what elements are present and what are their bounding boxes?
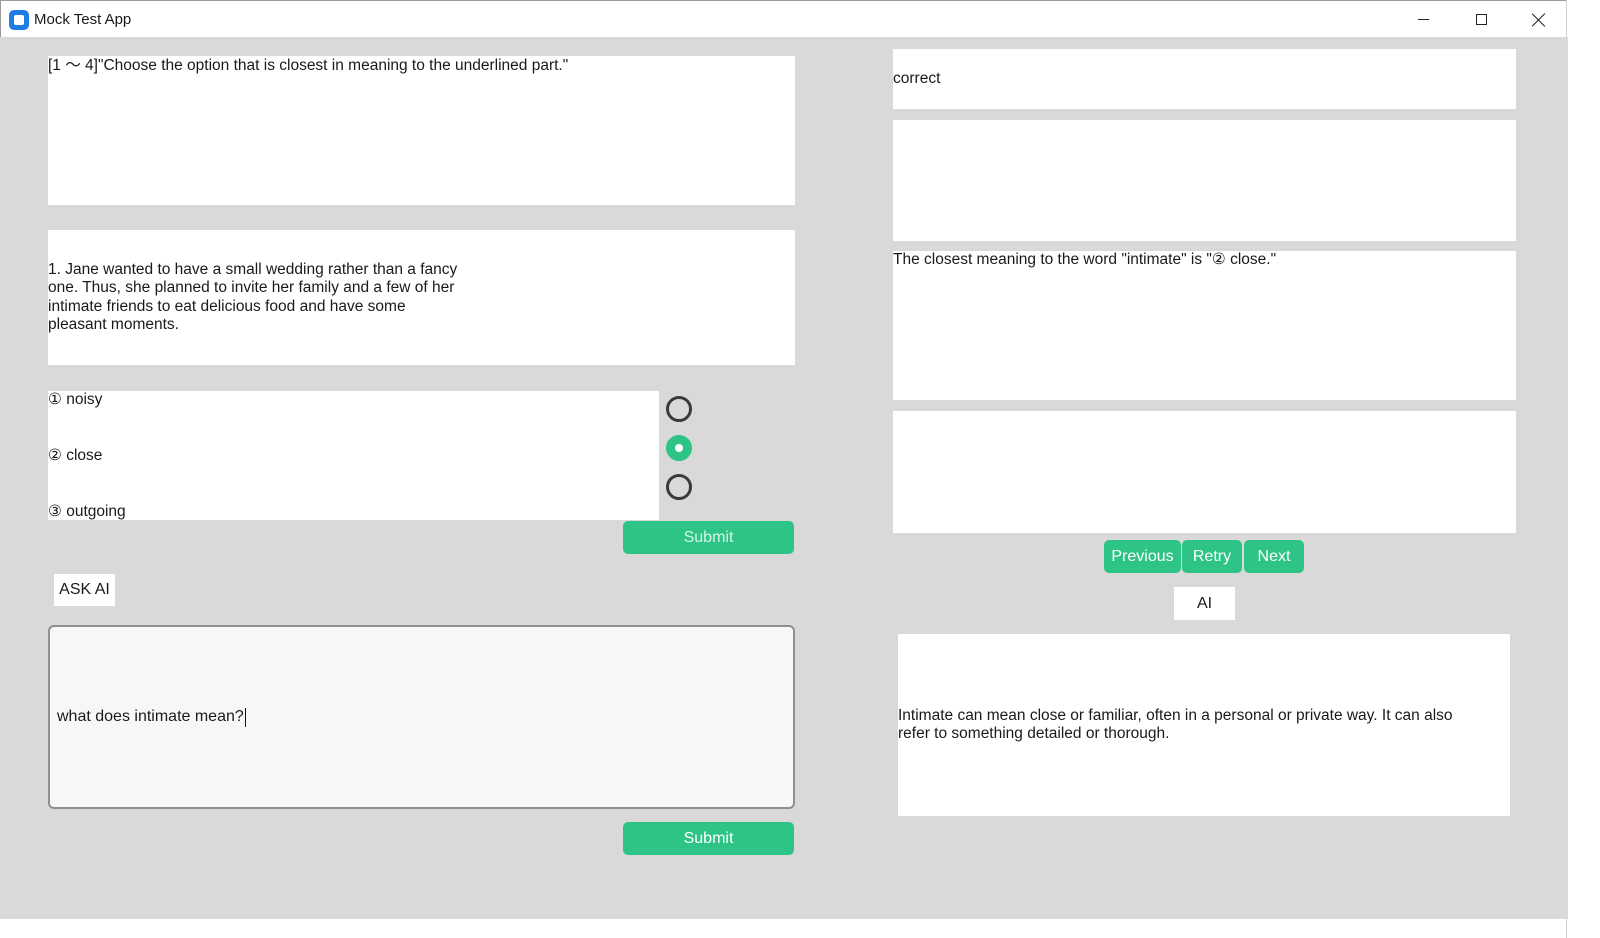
app-client-area: [1 ～ 4]"Choose the option that is closes… (0, 37, 1568, 919)
ask-ai-input-text: what does intimate mean? (57, 708, 244, 725)
title-bar: Mock Test App (0, 0, 1568, 37)
option-1-radio[interactable] (666, 396, 692, 422)
result-explanation: The closest meaning to the word "intimat… (893, 251, 1516, 400)
question-passage: 1. Jane wanted to have a small wedding r… (48, 230, 795, 365)
option-3-radio[interactable] (666, 474, 692, 500)
result-status: correct (893, 49, 1516, 109)
minimize-button[interactable] (1395, 1, 1451, 38)
previous-button[interactable]: Previous (1104, 540, 1181, 573)
option-2-label: ② close (48, 447, 103, 464)
ai-answer-panel: Intimate can mean close or familiar, oft… (898, 634, 1510, 816)
ask-ai-submit-button[interactable]: Submit (623, 822, 794, 855)
result-blank-panel-2 (893, 411, 1516, 533)
maximize-button[interactable] (1453, 1, 1509, 38)
option-1-label: ① noisy (48, 391, 103, 408)
window-title: Mock Test App (34, 11, 132, 28)
next-button[interactable]: Next (1244, 540, 1304, 573)
desktop-edge (1566, 0, 1600, 938)
answer-submit-button[interactable]: Submit (623, 521, 794, 554)
result-blank-panel-1 (893, 120, 1516, 241)
maximize-icon (1475, 14, 1487, 25)
close-icon (1532, 13, 1546, 27)
app-icon (9, 10, 29, 30)
option-2-radio[interactable] (666, 435, 692, 461)
retry-button[interactable]: Retry (1182, 540, 1242, 573)
result-status-text: correct (893, 69, 941, 87)
passage-text: 1. Jane wanted to have a small wedding r… (48, 260, 462, 334)
minimize-icon (1417, 19, 1429, 20)
ask-ai-input[interactable]: what does intimate mean? (48, 625, 795, 809)
option-3-label: ③ outgoing (48, 503, 126, 520)
question-instruction: [1 ～ 4]"Choose the option that is closes… (48, 56, 795, 205)
text-caret (244, 707, 247, 727)
options-list: ① noisy ② close ③ outgoing (48, 391, 659, 520)
ai-label: AI (1174, 587, 1235, 620)
close-button[interactable] (1511, 1, 1567, 38)
ai-answer-text: Intimate can mean close or familiar, oft… (898, 706, 1457, 743)
ask-ai-label: ASK AI (54, 574, 115, 606)
